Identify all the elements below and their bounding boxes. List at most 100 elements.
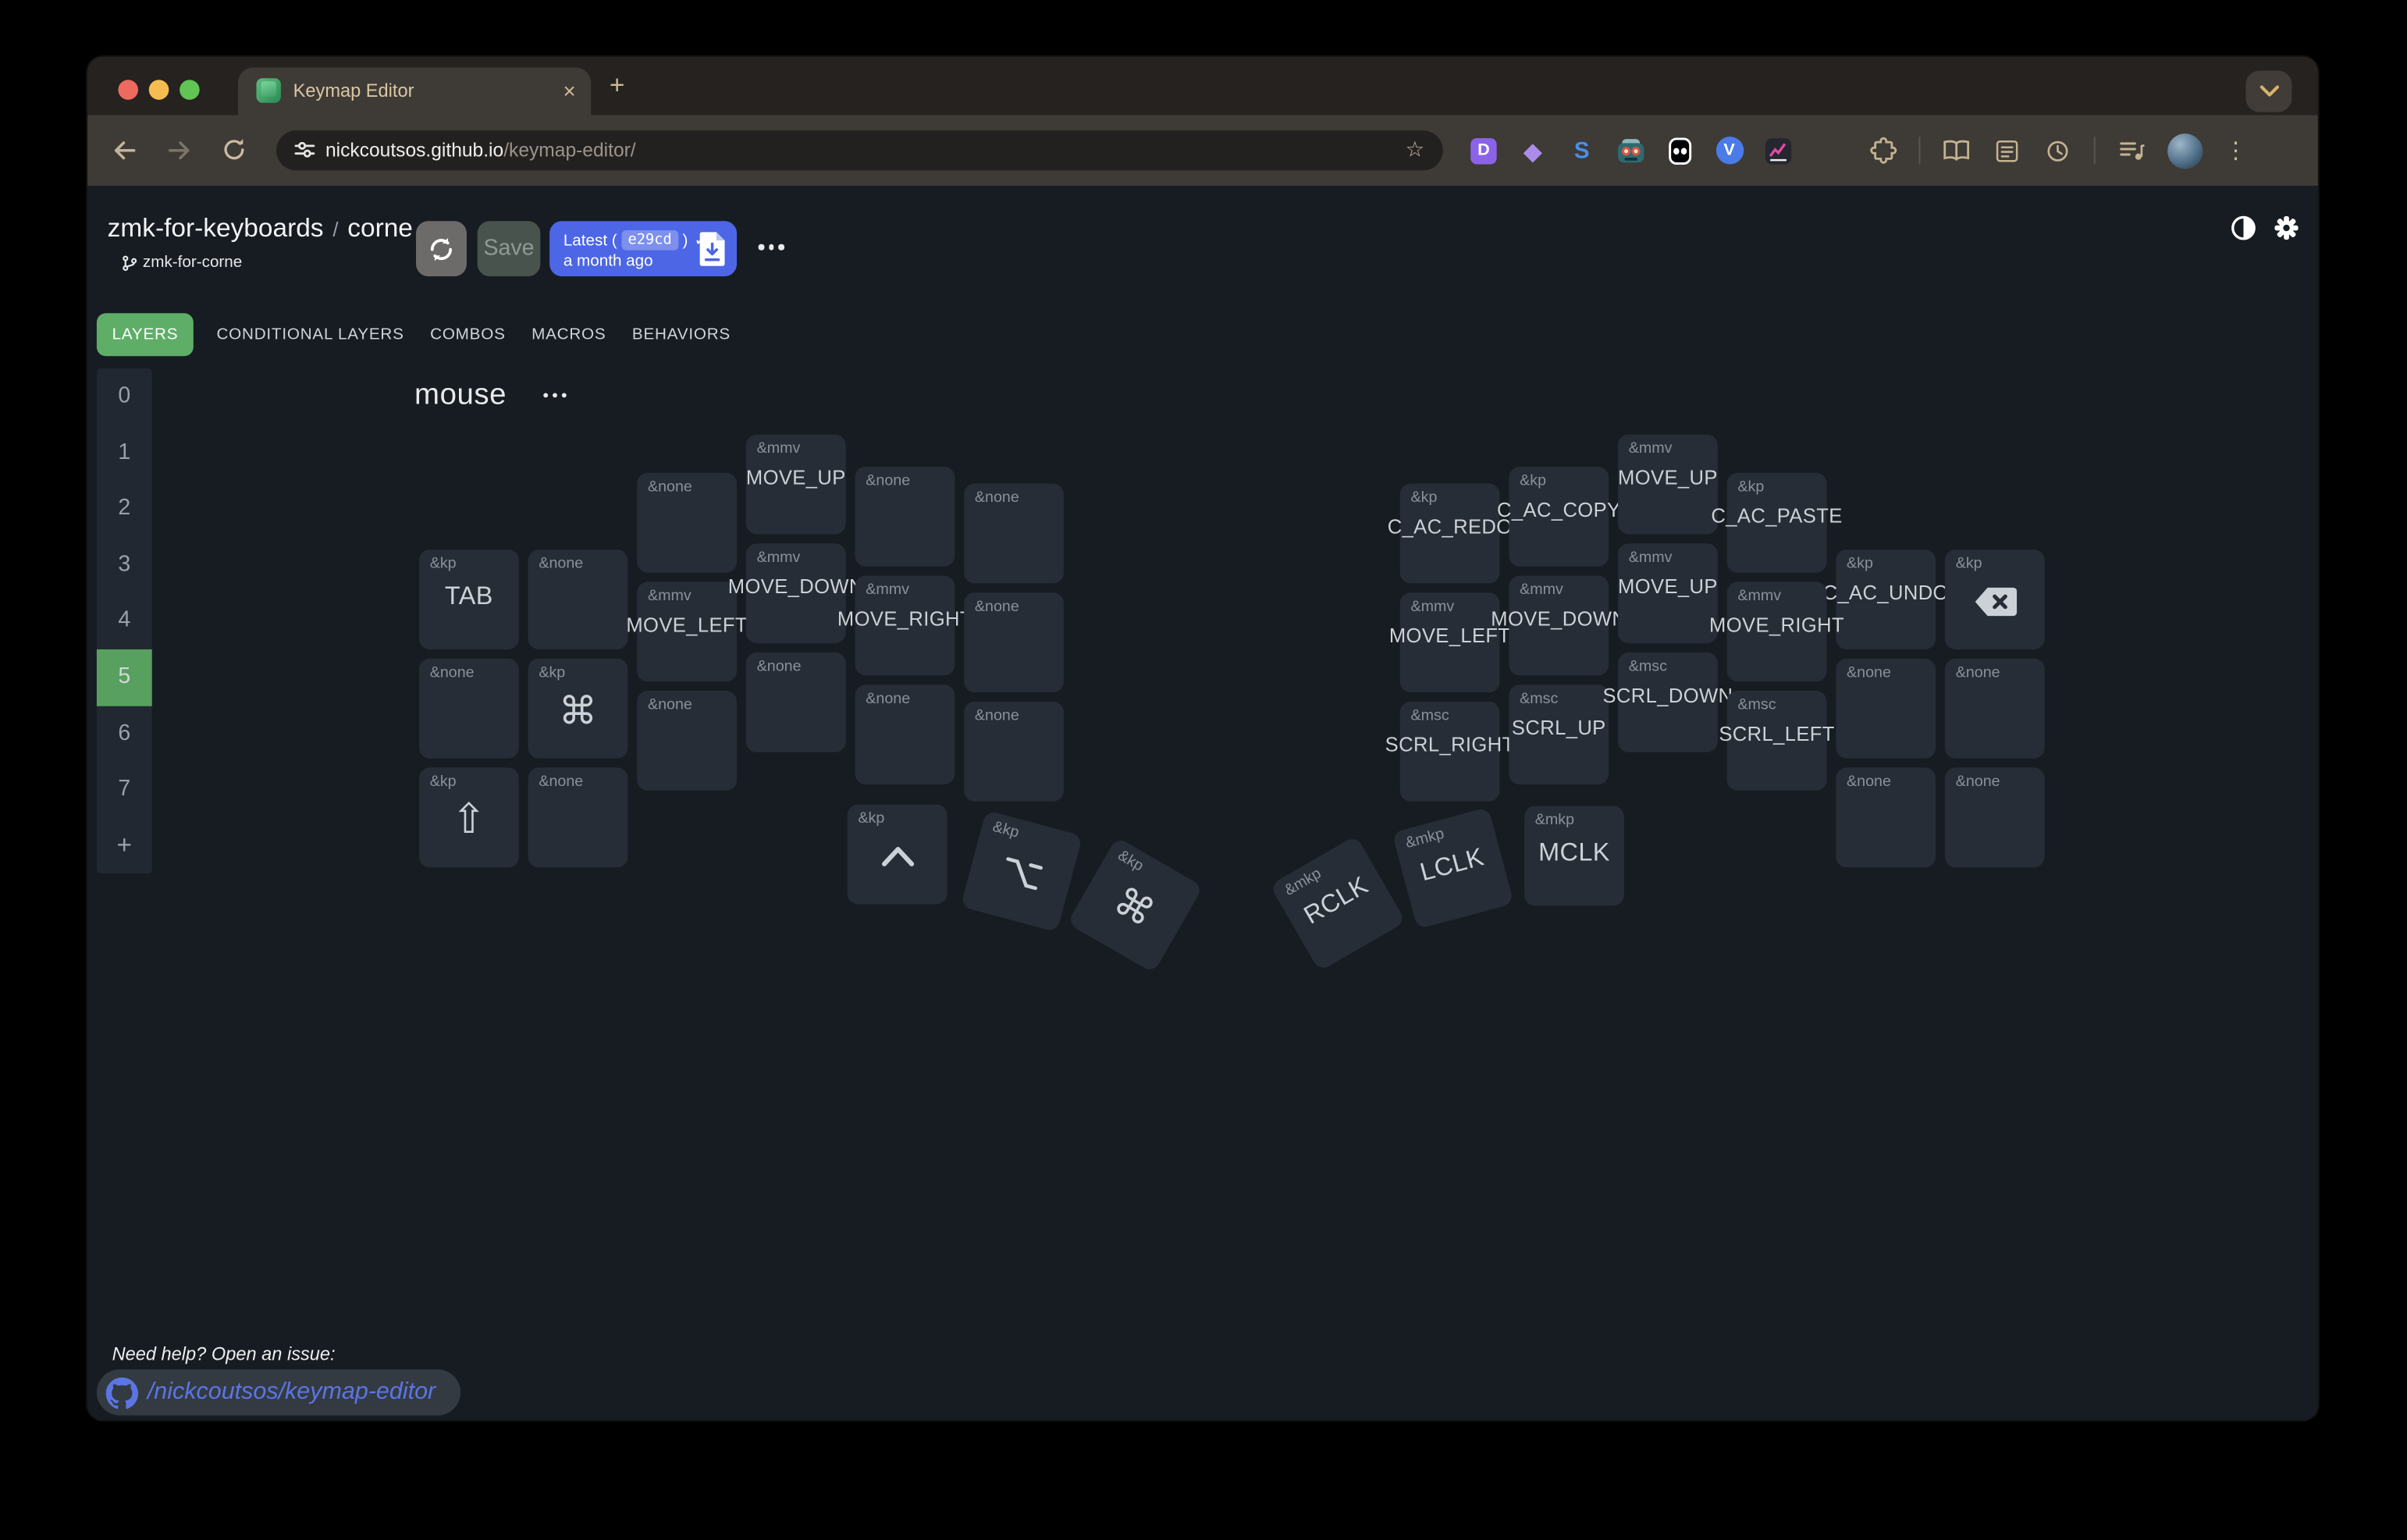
key-none[interactable]: &none: [855, 685, 955, 784]
reload-button[interactable]: [221, 137, 248, 164]
key-scrl_up[interactable]: &mscSCRL_UP: [1509, 685, 1609, 784]
dashlane-extension-icon[interactable]: D: [1469, 136, 1498, 165]
key-none[interactable]: &none: [1836, 767, 1936, 867]
chevron-down-icon: [2259, 84, 2279, 98]
key-c_ac_redo[interactable]: &kpC_AC_REDO: [1400, 484, 1500, 584]
key-ctrl[interactable]: &kp: [848, 805, 948, 905]
key-c_ac_copy[interactable]: &kpC_AC_COPY: [1509, 467, 1609, 567]
key-none[interactable]: &none: [419, 659, 519, 759]
key-c_ac_paste[interactable]: &kpC_AC_PASTE: [1727, 473, 1827, 573]
key-behavior-label: &mmv: [757, 440, 801, 457]
key-behavior-label: &none: [975, 599, 1019, 616]
tab-search-button[interactable]: [2245, 70, 2291, 112]
key-behavior-label: &none: [1956, 665, 2000, 682]
forward-arrow-icon: [165, 137, 193, 164]
key-backspace[interactable]: &kp: [1945, 549, 2045, 649]
key-move_down[interactable]: &mmvMOVE_DOWN: [746, 543, 846, 643]
key-move_left[interactable]: &mmvMOVE_LEFT: [637, 582, 737, 681]
key-move_left[interactable]: &mmvMOVE_LEFT: [1400, 592, 1500, 692]
key-move_up[interactable]: &mmvMOVE_UP: [1618, 543, 1718, 643]
key-behavior-label: &msc: [1410, 708, 1449, 725]
eyes-extension-icon[interactable]: [1666, 136, 1694, 165]
github-issue-link[interactable]: /nickcoutsos/keymap-editor: [97, 1369, 460, 1415]
key-none[interactable]: &none: [1945, 767, 2045, 867]
key-behavior-label: &none: [975, 489, 1019, 507]
profile-avatar[interactable]: [2167, 133, 2203, 168]
key-lclk[interactable]: &mkpLCLK: [1392, 807, 1514, 930]
key-move_right[interactable]: &mmvMOVE_RIGHT: [855, 576, 955, 676]
key-none[interactable]: &none: [746, 653, 846, 752]
key-none[interactable]: &none: [964, 592, 1064, 692]
bookmark-star-icon[interactable]: ☆: [1405, 130, 1424, 170]
zoom-window-button[interactable]: [180, 80, 200, 100]
key-none[interactable]: &none: [964, 702, 1064, 802]
forward-button[interactable]: [165, 137, 193, 164]
backspace-icon: [1971, 585, 2018, 617]
key-none[interactable]: &none: [964, 484, 1064, 584]
key-behavior-label: &none: [866, 473, 910, 490]
key-behavior-label: &mkp: [1535, 812, 1574, 829]
key-none[interactable]: &none: [855, 467, 955, 567]
browser-tab[interactable]: Keymap Editor ×: [238, 68, 591, 116]
key-none[interactable]: &none: [528, 767, 628, 867]
key-move_up[interactable]: &mmvMOVE_UP: [1618, 435, 1718, 535]
url-text[interactable]: nickcoutsos.github.io/keymap-editor/: [325, 130, 636, 170]
tab-title: Keymap Editor: [293, 68, 414, 116]
extensions-puzzle-icon[interactable]: [1868, 136, 1897, 165]
key-none[interactable]: &none: [528, 549, 628, 649]
chart-extension-icon[interactable]: [1764, 136, 1793, 165]
toolbar-divider: [1919, 137, 1921, 164]
key-mclk[interactable]: &mkpMCLK: [1524, 806, 1624, 906]
key-move_right[interactable]: &mmvMOVE_RIGHT: [1727, 582, 1827, 681]
key-scrl_down[interactable]: &mscSCRL_DOWN: [1618, 653, 1718, 752]
key-tab[interactable]: &kpTAB: [419, 549, 519, 649]
key-tap-label: SCRL_DOWN: [1602, 684, 1733, 707]
gem-extension-icon[interactable]: ◆: [1518, 136, 1547, 165]
reading-list-icon[interactable]: [1942, 136, 1971, 165]
opt-icon: [998, 854, 1044, 892]
key-tap-label: MOVE_UP: [1618, 466, 1718, 489]
key-scrl_left[interactable]: &mscSCRL_LEFT: [1727, 691, 1827, 791]
key-none[interactable]: &none: [1836, 659, 1936, 759]
window-controls: [118, 80, 199, 100]
key-behavior-label: &kp: [430, 556, 457, 573]
key-tap-label: MOVE_DOWN: [728, 575, 864, 599]
close-window-button[interactable]: [118, 80, 138, 100]
key-behavior-label: &none: [866, 691, 910, 708]
browser-menu-icon[interactable]: ⋮: [2224, 135, 2248, 165]
url-path: /keymap-editor/: [503, 140, 635, 162]
key-move_up[interactable]: &mmvMOVE_UP: [746, 435, 846, 535]
key-behavior-label: &none: [539, 556, 583, 573]
robot-extension-icon[interactable]: [1616, 136, 1645, 165]
stylus-extension-icon[interactable]: S: [1567, 136, 1596, 165]
key-rclk[interactable]: &mkpRCLK: [1270, 835, 1406, 972]
key-scrl_right[interactable]: &mscSCRL_RIGHT: [1400, 702, 1500, 802]
key-cmd[interactable]: &kp⌘: [528, 659, 628, 759]
key-behavior-label: &mmv: [866, 582, 909, 599]
key-behavior-label: &mmv: [1629, 549, 1673, 567]
new-tab-button[interactable]: +: [610, 57, 625, 114]
back-button[interactable]: [111, 137, 138, 164]
key-behavior-label: &none: [1847, 665, 1891, 682]
key-behavior-label: &none: [539, 774, 583, 791]
key-behavior-label: &none: [1847, 774, 1891, 791]
key-none[interactable]: &none: [637, 473, 737, 573]
url-bar[interactable]: nickcoutsos.github.io/keymap-editor/ ☆: [276, 130, 1443, 170]
key-behavior-label: &msc: [1737, 697, 1776, 714]
key-move_down[interactable]: &mmvMOVE_DOWN: [1509, 576, 1609, 676]
vimium-extension-icon[interactable]: V: [1715, 136, 1744, 165]
history-clock-icon[interactable]: [2043, 136, 2072, 165]
key-c_ac_undo[interactable]: &kpC_AC_UNDO: [1836, 549, 1936, 649]
key-shift[interactable]: &kp⇧: [419, 767, 519, 867]
cmd-icon: ⌘: [1106, 878, 1161, 936]
key-none[interactable]: &none: [1945, 659, 2045, 759]
key-cmd[interactable]: &kp⌘: [1067, 837, 1204, 973]
bookmarks-panel-icon[interactable]: [1993, 136, 2021, 165]
close-tab-icon[interactable]: ×: [563, 68, 575, 114]
key-opt[interactable]: &kp: [961, 810, 1083, 933]
key-tap-label: C_AC_PASTE: [1711, 504, 1842, 528]
media-playlist-icon[interactable]: [2117, 136, 2146, 165]
site-settings-icon[interactable]: [293, 138, 317, 169]
key-none[interactable]: &none: [637, 691, 737, 791]
minimize-window-button[interactable]: [149, 80, 169, 100]
